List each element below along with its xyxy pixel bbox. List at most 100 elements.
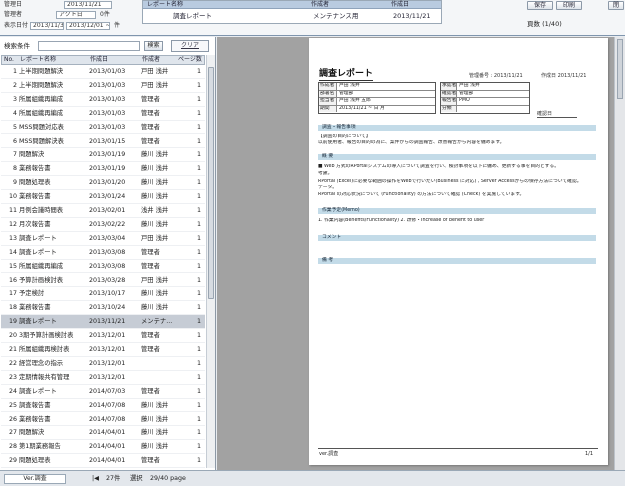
cell-name: 業務報告書 [19,304,51,312]
cell-pages: 1 [196,248,201,256]
cell-author: 管理者 [141,262,160,270]
table-row[interactable]: 25 調査報告書 2014/07/08 藤川 浅井 1 [1,399,205,413]
cell-pages: 1 [196,95,201,103]
table-row[interactable]: 27 問題解決 2014/04/01 藤川 浅井 1 [1,426,205,441]
table-row[interactable]: 28 第1期業務報告 2014/04/01 藤川 浅井 1 [1,440,205,455]
table-row[interactable]: 3 所属組織再編成 2013/01/03 管理者 1 [1,93,205,107]
table-row[interactable]: 12 月次報告書 2013/02/22 藤川 浅井 1 [1,218,205,232]
search-button[interactable]: 検索 [144,41,163,51]
table-row[interactable]: 10 業務報告書 2013/01/24 藤川 浅井 1 [1,190,205,204]
cell-no: 12 [8,220,17,228]
cell-date: 2013/01/24 [89,193,126,201]
search-input[interactable] [38,41,140,51]
print-button[interactable]: 印刷 [556,1,582,10]
report-summary-table: レポート名称 作成者 作成日 調査レポート メンテナンス用 2013/11/21 [142,0,442,24]
filter-range-from-field[interactable]: 2013/11/30 [30,22,64,30]
section-header-memo: 作業予定(Memo) [318,208,596,214]
table-row[interactable]: 11 月例会議時間表 2013/02/01 浅井 浅井 1 [1,204,205,218]
cell-pages: 1 [196,123,201,131]
filter-user-field[interactable]: アクト日 [56,11,96,19]
cell-date: 2014/07/03 [89,387,126,395]
cell-date: 2013/01/20 [89,179,126,187]
cell-no: 8 [12,165,17,173]
footer-divider [318,448,598,449]
info-row: 承認者 戸田 浅井 [441,83,529,91]
col-header-name[interactable]: レポート名称 [20,56,56,64]
table-row[interactable]: 16 予算計画検討表 2013/03/28 戸田 浅井 1 [1,274,205,288]
info-row: 期間 2013/11/21 ~ 日 月 [319,105,435,114]
table-row[interactable]: 7 問題解決 2013/01/19 藤川 浅井 1 [1,148,205,163]
col-header-pages[interactable]: ページ数 [178,56,202,64]
cell-date: 2013/03/04 [89,234,126,242]
section-text-line: 1. 作業内容(Benefits/Functionality) 2. 改修・In… [318,218,485,223]
table-row[interactable]: 20 3期予算計画検討表 2013/12/01 管理者 1 [1,329,205,343]
list-scroll-thumb[interactable] [208,67,214,299]
cell-name: 問題解決 [19,151,45,159]
preview-scrollbar[interactable] [614,37,625,470]
cell-author: 管理者 [141,387,160,395]
table-row[interactable]: 26 業務報告書 2014/07/08 藤川 浅井 1 [1,413,205,427]
cell-no: 6 [12,137,17,145]
confirm-date-label: 確認日 [537,111,577,118]
cell-author: 藤川 浅井 [141,304,169,312]
cell-date: 2013/12/01 [89,373,126,381]
cell-name: MSS問題解決表 [19,137,64,145]
save-button[interactable]: 保存 [527,1,553,10]
cell-no: 15 [8,262,17,270]
table-row[interactable]: 18 業務報告書 2013/10/24 藤川 浅井 1 [1,301,205,316]
cell-no: 21 [8,346,17,353]
cell-no: 10 [8,193,17,201]
table-row[interactable]: 29 問題処理表 2014/04/01 管理者 1 [1,454,205,468]
first-page-button[interactable]: |◀ [92,474,99,484]
table-row[interactable]: 22 経営理念の指示 2013/12/01 1 [1,357,205,371]
close-button[interactable]: 閉 [608,1,624,10]
cell-name: 定期情報共有管理 [19,373,70,381]
table-row[interactable]: 2 上半期問題解決 2013/01/03 戸田 浅井 1 [1,79,205,93]
info-value: 戸田 浅井 [339,83,360,88]
table-row[interactable]: 14 調査レポート 2013/03/08 管理者 1 [1,246,205,260]
table-row[interactable]: 23 定期情報共有管理 2013/12/01 1 [1,371,205,385]
cell-date: 2013/12/01 [89,346,126,353]
cell-name: 月次報告書 [19,220,51,228]
cell-no: 17 [8,290,17,298]
filter-date-field[interactable]: 2013/11/21 [64,1,112,9]
cell-pages: 1 [196,443,201,451]
report-summary-row[interactable]: 調査レポート メンテナンス用 2013/11/21 [143,10,441,23]
document-title: 調査レポート [319,69,374,81]
cell-author: メンテナ... [141,318,173,326]
table-row[interactable]: 17 予定検討 2013/10/17 藤川 浅井 1 [1,287,205,302]
table-row[interactable]: 4 所属組織再編成 2013/01/03 管理者 1 [1,107,205,121]
filter-user-label: 管理者 [4,11,23,18]
search-label: 検索条件 [4,42,30,50]
cell-no: 14 [8,248,17,256]
info-label: 分類 [441,105,457,112]
table-row[interactable]: 9 問題処理表 2013/01/20 藤川 浅井 1 [1,176,205,191]
info-row: 報告者 PMO [441,98,529,106]
filter-range-to-field[interactable]: 2013/12/01 ~ [66,22,110,30]
table-row[interactable]: 6 MSS問題解決表 2013/01/15 管理者 1 [1,135,205,149]
cell-author: 管理者 [141,109,160,117]
col-header-author[interactable]: 作成者 [142,56,160,64]
cell-date: 2013/01/19 [89,151,126,159]
cell-name: 予定検討 [19,290,45,298]
list-scrollbar[interactable] [206,55,215,468]
table-row[interactable]: 1 上半期問題解決 2013/01/03 戸田 浅井 1 [1,65,205,79]
cell-date: 2013/11/21 [89,318,126,326]
table-row[interactable]: 5 MSS問題対応表 2013/01/03 管理者 1 [1,121,205,135]
cell-author: 戸田 浅井 [141,68,169,75]
info-label: 期間 [319,105,337,112]
table-row[interactable]: 24 調査レポート 2014/07/03 管理者 1 [1,385,205,399]
cell-author: 管理者 [141,95,160,103]
cell-pages: 1 [196,151,201,159]
table-row[interactable]: 8 業務報告書 2013/01/19 藤川 浅井 1 [1,162,205,177]
cell-date: 2013/12/01 [89,332,126,340]
col-header-no[interactable]: No. [4,56,14,64]
col-header-date[interactable]: 作成日 [90,56,108,64]
page-position-text: 29/40 page [150,475,186,482]
table-row[interactable]: 13 調査レポート 2013/03/04 戸田 浅井 1 [1,232,205,246]
preview-scroll-thumb[interactable] [617,39,623,99]
table-row[interactable]: 19 調査レポート 2013/11/21 メンテナ... 1 [1,315,205,330]
table-row[interactable]: 15 所属組織再編成 2013/03/08 管理者 1 [1,260,205,274]
table-row[interactable]: 21 所属組織再検討表 2013/12/01 管理者 1 [1,343,205,357]
clear-button[interactable]: クリア [171,40,209,52]
